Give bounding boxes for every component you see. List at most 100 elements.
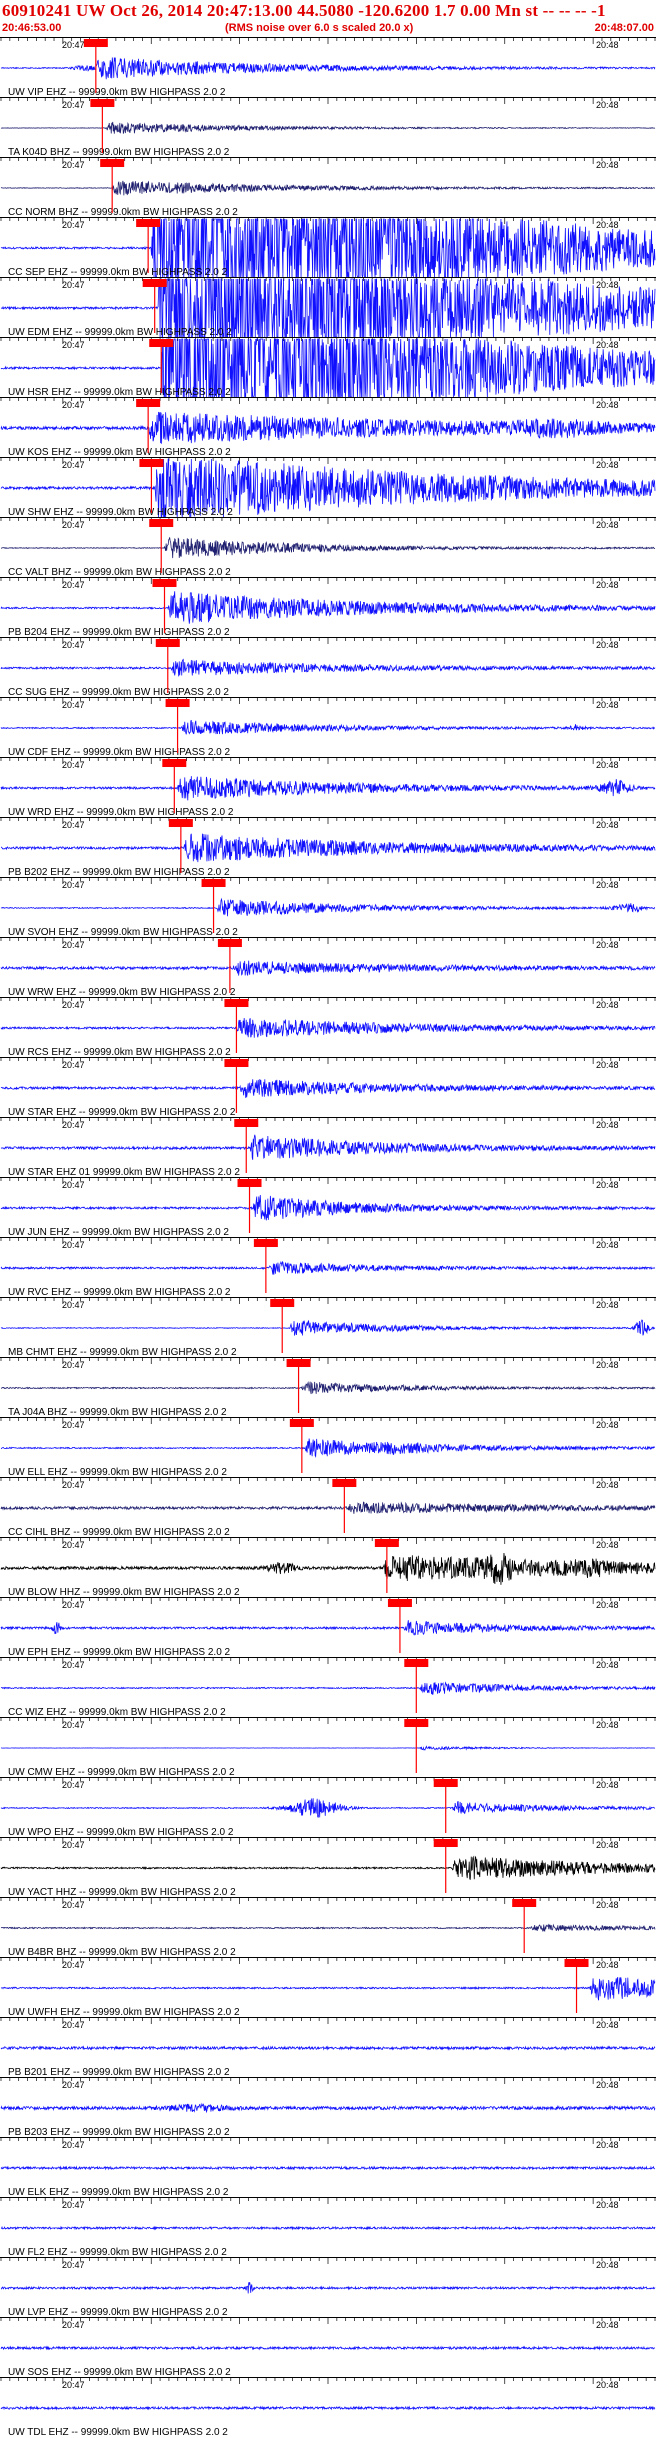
- minute-label-right: 20:48: [596, 40, 619, 50]
- trace-row: 20:47 20:48 UW SHW EHZ -- 99999.0km BW HIG…: [0, 457, 656, 518]
- minute-label-left: 20:47: [62, 400, 85, 410]
- channel-label: MB CHMT EHZ -- 99999.0km BW HIGHPASS 2.0…: [8, 1347, 237, 1358]
- minute-label-right: 20:48: [596, 1180, 619, 1190]
- minute-label-left: 20:47: [62, 1840, 85, 1850]
- minute-label-right: 20:48: [596, 340, 619, 350]
- channel-label: UW YACT HHZ -- 99999.0km BW HIGHPASS 2.0…: [8, 1887, 236, 1898]
- minute-label-left: 20:47: [62, 2380, 85, 2390]
- minute-label-right: 20:48: [596, 1660, 619, 1670]
- trace-row: 20:47 20:48 UW EPH EHZ -- 99999.0km BW HIG…: [0, 1597, 656, 1658]
- channel-label: PB B201 EHZ -- 99999.0km BW HIGHPASS 2.0…: [8, 2067, 230, 2078]
- start-time-label: 20:46:53.00: [2, 22, 62, 34]
- trace-row: 20:47 20:48 CC WIZ EHZ -- 99999.0km BW HIG…: [0, 1657, 656, 1718]
- seismic-waveform: [0, 1977, 656, 2001]
- seismic-waveform: [0, 537, 656, 559]
- channel-label: CC NORM BHZ -- 99999.0km BW HIGHPASS 2.0…: [8, 207, 238, 218]
- channel-label: UW UWFH EHZ -- 99999.0km BW HIGHPASS 2.0…: [8, 2007, 240, 2018]
- minute-label-left: 20:47: [62, 1120, 85, 1130]
- seismic-waveform: [0, 1319, 656, 1336]
- minute-label-right: 20:48: [596, 1780, 619, 1790]
- seismic-waveform: [0, 1079, 656, 1098]
- seismic-waveform: [0, 1855, 656, 1880]
- trace-row: 20:47 20:48 CC SUG EHZ -- 99999.0km BW HIG…: [0, 637, 656, 698]
- seismic-waveform: [0, 57, 656, 80]
- minute-label-right: 20:48: [596, 100, 619, 110]
- trace-row: 20:47 20:48 MB CHMT EHZ -- 99999.0km BW HI…: [0, 1297, 656, 1358]
- trace-row: 20:47 20:48 UW WPO EHZ -- 99999.0km BW HIG…: [0, 1777, 656, 1838]
- minute-label-right: 20:48: [596, 520, 619, 530]
- seismic-waveform: [0, 2405, 656, 2411]
- minute-label-right: 20:48: [596, 400, 619, 410]
- minute-label-left: 20:47: [62, 40, 85, 50]
- seismic-waveform: [0, 1923, 656, 1932]
- seismic-waveform: [0, 1553, 656, 1585]
- trace-row: 20:47 20:48 CC CIHL BHZ -- 99999.0km BW HI…: [0, 1477, 656, 1538]
- minute-label-right: 20:48: [596, 2080, 619, 2090]
- trace-row: 20:47 20:48UW EDM EHZ -- 99999.0km BW HIG…: [0, 277, 656, 338]
- trace-row: 20:47 20:48 UW VIP EHZ -- 99999.0km BW HIG…: [0, 37, 656, 98]
- minute-label-right: 20:48: [596, 220, 619, 230]
- seismic-waveform: [0, 776, 656, 801]
- minute-label-left: 20:47: [62, 1060, 85, 1070]
- minute-label-right: 20:48: [596, 1540, 619, 1550]
- minute-label-left: 20:47: [62, 100, 85, 110]
- minute-label-left: 20:47: [62, 1600, 85, 1610]
- minute-label-right: 20:48: [596, 460, 619, 470]
- minute-label-right: 20:48: [596, 640, 619, 650]
- channel-label: UW KOS EHZ -- 99999.0km BW HIGHPASS 2.0 …: [8, 447, 231, 458]
- seismic-waveform: [0, 1194, 656, 1221]
- plot-header: 60910241 UW Oct 26, 2014 20:47:13.00 44.…: [0, 0, 656, 40]
- channel-label: UW WRW EHZ -- 99999.0km BW HIGHPASS 2.0 …: [8, 987, 236, 998]
- seismic-waveform: [0, 591, 656, 624]
- minute-label-left: 20:47: [62, 880, 85, 890]
- trace-row: 20:47 20:48 UW TDL EHZ -- 99999.0km BW HIG…: [0, 2377, 656, 2438]
- trace-row: 20:47 20:48 UW SOS EHZ -- 99999.0km BW HIG…: [0, 2317, 656, 2378]
- minute-label-left: 20:47: [62, 2140, 85, 2150]
- rms-note: (RMS noise over 6.0 s scaled 20.0 x): [225, 22, 414, 34]
- trace-row: 20:47 20:48 UW HSR EHZ -- 99999.0km BW HIG…: [0, 337, 656, 399]
- minute-label-left: 20:47: [62, 1420, 85, 1430]
- seismic-waveform: [0, 1018, 656, 1038]
- minute-label-left: 20:47: [62, 280, 85, 290]
- minute-label-left: 20:47: [62, 340, 85, 350]
- trace-row: 20:47 20:48 UW RVC EHZ -- 99999.0km BW HIG…: [0, 1237, 656, 1298]
- trace-row: 20:47 20:48 UW B4BR BHZ -- 99999.0km BW HI…: [0, 1897, 656, 1958]
- channel-label: TA K04D BHZ -- 99999.0km BW HIGHPASS 2.0…: [8, 147, 230, 158]
- seismic-waveform: [0, 2225, 656, 2231]
- channel-label: UW HSR EHZ -- 99999.0km BW HIGHPASS 2.0 …: [8, 387, 231, 398]
- channel-label: UW SHW EHZ -- 99999.0km BW HIGHPASS 2.0 …: [8, 507, 233, 518]
- minute-label-left: 20:47: [62, 160, 85, 170]
- seismic-waveform: [0, 1134, 656, 1160]
- trace-row: 20:47 20:48 UW WRD EHZ -- 99999.0km BW HIG…: [0, 757, 656, 818]
- trace-row: 20:47 20:48 UW ELK EHZ -- 99999.0km BW HIG…: [0, 2137, 656, 2198]
- channel-label: PB B202 EHZ -- 99999.0km BW HIGHPASS 2.0…: [8, 867, 230, 878]
- minute-label-left: 20:47: [62, 940, 85, 950]
- trace-row: 20:47 20:48 UW CDF EHZ -- 99999.0km BW HIG…: [0, 697, 656, 758]
- seismic-waveform: [0, 2345, 656, 2351]
- minute-label-left: 20:47: [62, 1540, 85, 1550]
- minute-label-left: 20:47: [62, 700, 85, 710]
- minute-label-right: 20:48: [596, 880, 619, 890]
- minute-label-right: 20:48: [596, 1360, 619, 1370]
- minute-label-left: 20:47: [62, 820, 85, 830]
- minute-label-right: 20:48: [596, 1300, 619, 1310]
- trace-row: 20:47 20:48 UW STAR EHZ 01 99999.0km BW HI…: [0, 1117, 656, 1178]
- minute-label-left: 20:47: [62, 1660, 85, 1670]
- channel-label: UW CMW EHZ -- 99999.0km BW HIGHPASS 2.0 …: [8, 1767, 235, 1778]
- minute-label-right: 20:48: [596, 580, 619, 590]
- minute-label-left: 20:47: [62, 1720, 85, 1730]
- trace-row: 20:47 20:48 PB B202 EHZ -- 99999.0km BW HI…: [0, 817, 656, 878]
- minute-label-right: 20:48: [596, 1000, 619, 1010]
- trace-row: 20:47 20:48 TA K04D BHZ -- 99999.0km BW HI…: [0, 97, 656, 158]
- seismic-waveform: [0, 1620, 656, 1636]
- trace-row: 20:47 20:48 PB B203 EHZ -- 99999.0km BW HI…: [0, 2077, 656, 2138]
- seismic-waveform: [0, 658, 656, 677]
- event-title: 60910241 UW Oct 26, 2014 20:47:13.00 44.…: [2, 1, 606, 20]
- minute-label-left: 20:47: [62, 2200, 85, 2210]
- minute-label-right: 20:48: [596, 2260, 619, 2270]
- minute-label-right: 20:48: [596, 1600, 619, 1610]
- channel-label: UW SOS EHZ -- 99999.0km BW HIGHPASS 2.0 …: [8, 2367, 231, 2378]
- minute-label-right: 20:48: [596, 1720, 619, 1730]
- channel-label: UW EDM EHZ -- 99999.0km BW HIGHPASS 2.0 …: [8, 327, 232, 338]
- minute-label-left: 20:47: [62, 460, 85, 470]
